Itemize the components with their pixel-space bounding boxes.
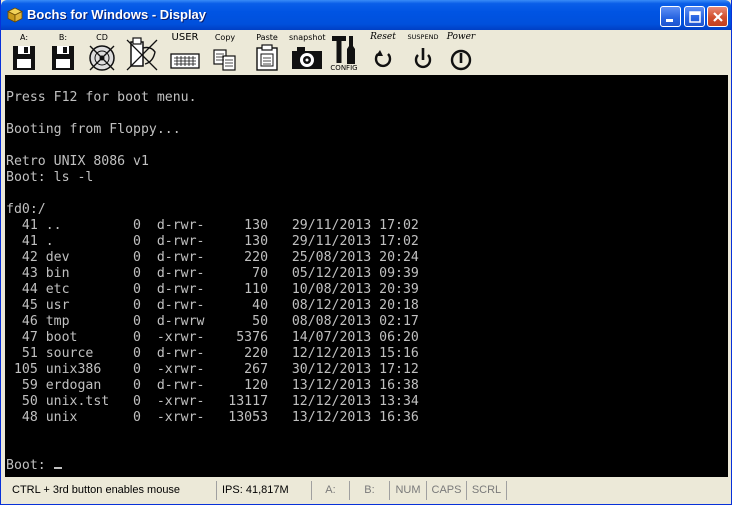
status-scrl: SCRL [466,481,506,500]
console-line: 59 erdogan 0 d-rwr- 120 13/12/2013 16:38 [6,378,419,393]
status-ips: IPS: 41,817M [216,481,311,500]
console-line: 51 source 0 d-rwr- 220 12/12/2013 15:16 [6,346,419,361]
console-line: Booting from Floppy... [6,122,181,137]
keyboard-icon [170,53,200,69]
console-line: 50 unix.tst 0 -xrwr- 13117 12/12/2013 13… [6,394,419,409]
console-line: 41 . 0 d-rwr- 130 29/11/2013 17:02 [6,234,419,249]
floppy-b-button[interactable]: B: [48,32,78,72]
toolbar: A: B: CD USER Copy Paste snapshot CONFIG… [3,30,729,74]
reset-icon [374,50,392,68]
bochs-window: Bochs for Windows - Display A: B: CD USE… [0,0,732,505]
console-prompt-line: Boot: [6,458,419,474]
suspend-icon [414,48,432,69]
console-line: fd0:/ [6,202,46,217]
console-line: Boot: ls -l [6,170,94,185]
status-floppy-a: A: [311,481,349,500]
status-empty [506,481,729,500]
suspend-button[interactable]: SUSPEND [407,32,439,72]
floppy-disk-icon [52,46,74,70]
console-line: 105 unix386 0 -xrwr- 267 30/12/2013 17:1… [6,362,419,377]
paste-label: Paste [256,33,278,42]
floppy-a-label: A: [19,33,29,42]
power-label: Power [446,32,476,42]
reset-button[interactable]: Reset [367,32,399,72]
console-line: 45 usr 0 d-rwr- 40 08/12/2013 20:18 [6,298,419,313]
status-caps: CAPS [426,481,466,500]
console-line: 43 bin 0 d-rwr- 70 05/12/2013 09:39 [6,266,419,281]
cdrom-disabled-icon [89,45,115,71]
status-bar: CTRL + 3rd button enables mouse IPS: 41,… [3,480,729,501]
suspend-label: SUSPEND [407,33,439,41]
snapshot-button[interactable]: snapshot [289,32,326,72]
console-line: Retro UNIX 8086 v1 [6,154,149,169]
snapshot-label: snapshot [289,33,326,42]
console-line: 47 boot 0 -xrwr- 5376 14/07/2013 06:20 [6,330,419,345]
copy-label: Copy [214,33,236,42]
copy-icon [213,49,236,71]
usb-disabled-icon [126,37,158,71]
config-label: CONFIG [330,64,357,72]
console-line: 41 .. 0 d-rwr- 130 29/11/2013 17:02 [6,218,419,233]
config-button[interactable]: CONFIG [329,32,359,72]
maximize-icon [689,11,701,23]
window-title: Bochs for Windows - Display [27,7,207,22]
close-icon [713,12,723,22]
usb-button[interactable] [125,32,159,72]
config-tools-icon: CONFIG [330,36,358,72]
status-floppy-b: B: [349,481,389,500]
console-line: 48 unix 0 -xrwr- 13053 13/12/2013 16:36 [6,410,419,425]
power-icon [450,49,472,71]
paste-button[interactable]: Paste [251,32,283,72]
camera-icon [292,47,322,69]
maximize-button[interactable] [684,6,705,27]
user-label: USER [171,32,199,43]
minimize-button[interactable] [660,6,681,27]
status-num: NUM [389,481,426,500]
minimize-icon [666,19,673,22]
console-line: Press F12 for boot menu. [6,90,197,105]
title-bar[interactable]: Bochs for Windows - Display [1,0,731,30]
reset-label: Reset [370,32,396,42]
emulator-display[interactable]: Press F12 for boot menu. Booting from Flo… [5,75,728,477]
console-line: 44 etc 0 d-rwr- 110 10/08/2013 20:39 [6,282,419,297]
bochs-cube-icon [7,7,23,23]
console-prompt: Boot: [6,458,54,473]
paste-clipboard-icon [256,44,278,71]
floppy-b-label: B: [58,33,68,42]
console-line: 42 dev 0 d-rwr- 220 25/08/2013 20:24 [6,250,419,265]
cdrom-button[interactable]: CD [86,32,118,72]
close-button[interactable] [707,6,728,27]
floppy-a-button[interactable]: A: [9,32,39,72]
floppy-disk-icon [13,46,35,70]
user-button[interactable]: USER [169,32,201,72]
power-button[interactable]: Power [444,32,478,72]
text-cursor [53,467,62,469]
console-line: 46 tmp 0 d-rwrw 50 08/08/2013 02:17 [6,314,419,329]
status-hint: CTRL + 3rd button enables mouse [12,484,181,496]
copy-button[interactable]: Copy [210,32,240,72]
console-output: Press F12 for boot menu. Booting from Flo… [6,90,419,474]
